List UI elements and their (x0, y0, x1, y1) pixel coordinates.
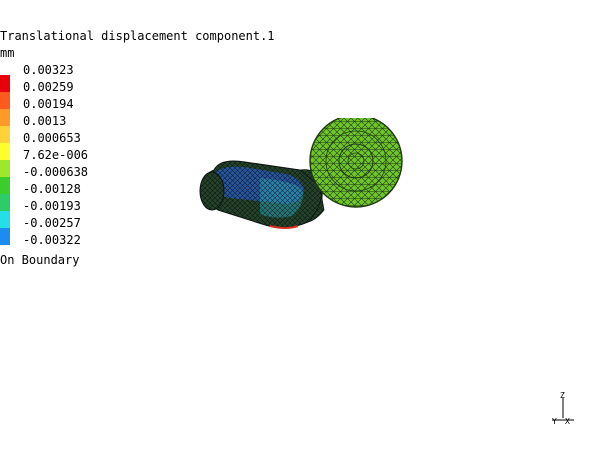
legend-value: -0.000638 (23, 165, 89, 179)
axis-triad[interactable]: Z Y X (546, 388, 576, 428)
boundary-note: On Boundary (0, 253, 80, 267)
legend-value: 0.00323 (23, 63, 74, 77)
legend-value: 0.00194 (23, 97, 74, 111)
legend-value: 7.62e-006 (23, 148, 89, 162)
legend-value: 0.00259 (23, 80, 74, 94)
legend-swatch (0, 109, 10, 126)
unit-label: mm (0, 46, 15, 60)
color-legend: 0.00323 0.00259 0.00194 0.0013 0.000653 … (0, 63, 120, 251)
legend-value: -0.00193 (23, 199, 81, 213)
legend-swatch (0, 177, 10, 194)
z-axis-label: Z (560, 391, 565, 400)
disc-end (309, 118, 403, 208)
x-axis-label: X (565, 417, 570, 426)
legend-swatch (0, 228, 10, 245)
legend-swatch (0, 126, 10, 143)
legend-swatch (0, 211, 10, 228)
legend-value: -0.00322 (23, 233, 81, 247)
legend-value: 0.0013 (23, 114, 67, 128)
fem-mesh-model[interactable] (190, 118, 410, 238)
plot-title: Translational displacement component.1 (0, 29, 275, 43)
legend-swatch (0, 143, 10, 160)
legend-value: -0.00257 (23, 216, 81, 230)
legend-value: 0.000653 (23, 131, 81, 145)
legend-swatch (0, 75, 10, 92)
legend-value: -0.00128 (23, 182, 81, 196)
legend-swatch (0, 92, 10, 109)
legend-swatch (0, 194, 10, 211)
y-axis-label: Y (552, 417, 557, 426)
result-viewport[interactable]: Translational displacement component.1 m… (0, 0, 600, 450)
legend-swatch (0, 160, 10, 177)
